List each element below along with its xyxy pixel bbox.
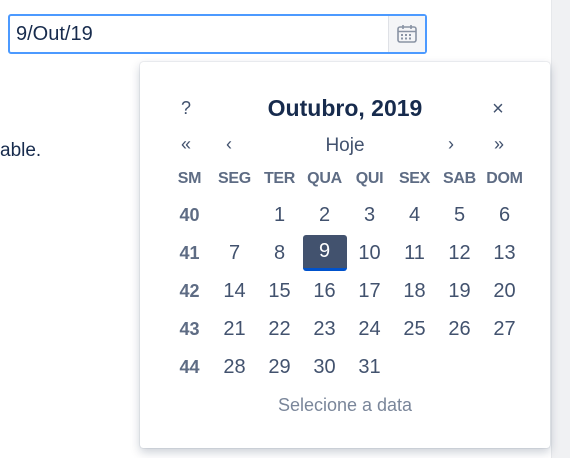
- day-cell[interactable]: 18: [392, 272, 437, 310]
- day-cell[interactable]: 20: [482, 272, 527, 310]
- day-cell[interactable]: 23: [302, 310, 347, 348]
- calendar-button[interactable]: [388, 16, 425, 52]
- day-cell[interactable]: 2: [302, 196, 347, 234]
- day-cell[interactable]: 8: [257, 234, 302, 272]
- day-cell[interactable]: 30: [302, 348, 347, 386]
- day-cell[interactable]: 24: [347, 310, 392, 348]
- weekday-header: SEX: [398, 170, 431, 187]
- next-month-button[interactable]: ›: [439, 134, 463, 155]
- day-cell[interactable]: 19: [437, 272, 482, 310]
- week-number: 42: [179, 280, 200, 301]
- day-cell[interactable]: 27: [482, 310, 527, 348]
- day-cell[interactable]: 10: [347, 234, 392, 272]
- day-cell[interactable]: 22: [257, 310, 302, 348]
- page-scrollbar[interactable]: [551, 0, 570, 458]
- selected-day-cell[interactable]: 9: [302, 235, 347, 271]
- calendar-grid: 40 1 2 3 4 5 6 41 7 8 9 10 11 12 13 42 1…: [167, 196, 527, 386]
- weekday-header: DOM: [486, 170, 523, 187]
- day-cell[interactable]: 6: [482, 196, 527, 234]
- calendar-nav: « ‹ Hoje › »: [140, 134, 550, 164]
- day-cell[interactable]: 11: [392, 234, 437, 272]
- week-number: 40: [179, 204, 200, 225]
- day-cell[interactable]: 12: [437, 234, 482, 272]
- day-cell[interactable]: 16: [302, 272, 347, 310]
- weekday-header: SEG: [218, 170, 251, 187]
- calendar-icon: [397, 25, 417, 43]
- calendar-popup: ? Outubro, 2019 × « ‹ Hoje › » SM SEG TE…: [140, 62, 550, 448]
- day-cell[interactable]: 31: [347, 348, 392, 386]
- calendar-header: ? Outubro, 2019 ×: [140, 90, 550, 130]
- day-cell[interactable]: 3: [347, 196, 392, 234]
- day-cell[interactable]: 26: [437, 310, 482, 348]
- empty-day-cell: [212, 196, 257, 234]
- day-cell[interactable]: 5: [437, 196, 482, 234]
- date-field: [8, 14, 427, 54]
- empty-day-cell: [392, 348, 437, 386]
- date-input[interactable]: [10, 16, 388, 52]
- week-number: 44: [179, 356, 200, 377]
- weekday-header: SM: [177, 170, 202, 187]
- close-button[interactable]: ×: [488, 98, 508, 120]
- day-cell[interactable]: 15: [257, 272, 302, 310]
- empty-day-cell: [482, 348, 527, 386]
- day-cell[interactable]: 21: [212, 310, 257, 348]
- calendar-footer: Selecione a data: [277, 395, 413, 415]
- next-year-button[interactable]: »: [487, 134, 511, 155]
- weekday-header-row: SM SEG TER QUA QUI SEX SAB DOM: [167, 170, 527, 194]
- weekday-header: TER: [263, 170, 296, 187]
- week-number: 41: [179, 242, 200, 263]
- day-cell[interactable]: 7: [212, 234, 257, 272]
- day-cell[interactable]: 17: [347, 272, 392, 310]
- day-cell[interactable]: 4: [392, 196, 437, 234]
- day-cell[interactable]: 13: [482, 234, 527, 272]
- weekday-header: QUI: [355, 170, 384, 187]
- day-cell[interactable]: 28: [212, 348, 257, 386]
- weekday-header: SAB: [443, 170, 476, 187]
- week-number: 43: [179, 318, 200, 339]
- background-text: able.: [0, 140, 42, 161]
- weekday-header: QUA: [307, 170, 342, 187]
- day-cell[interactable]: 1: [257, 196, 302, 234]
- day-cell[interactable]: 29: [257, 348, 302, 386]
- day-cell[interactable]: 25: [392, 310, 437, 348]
- empty-day-cell: [437, 348, 482, 386]
- day-cell[interactable]: 14: [212, 272, 257, 310]
